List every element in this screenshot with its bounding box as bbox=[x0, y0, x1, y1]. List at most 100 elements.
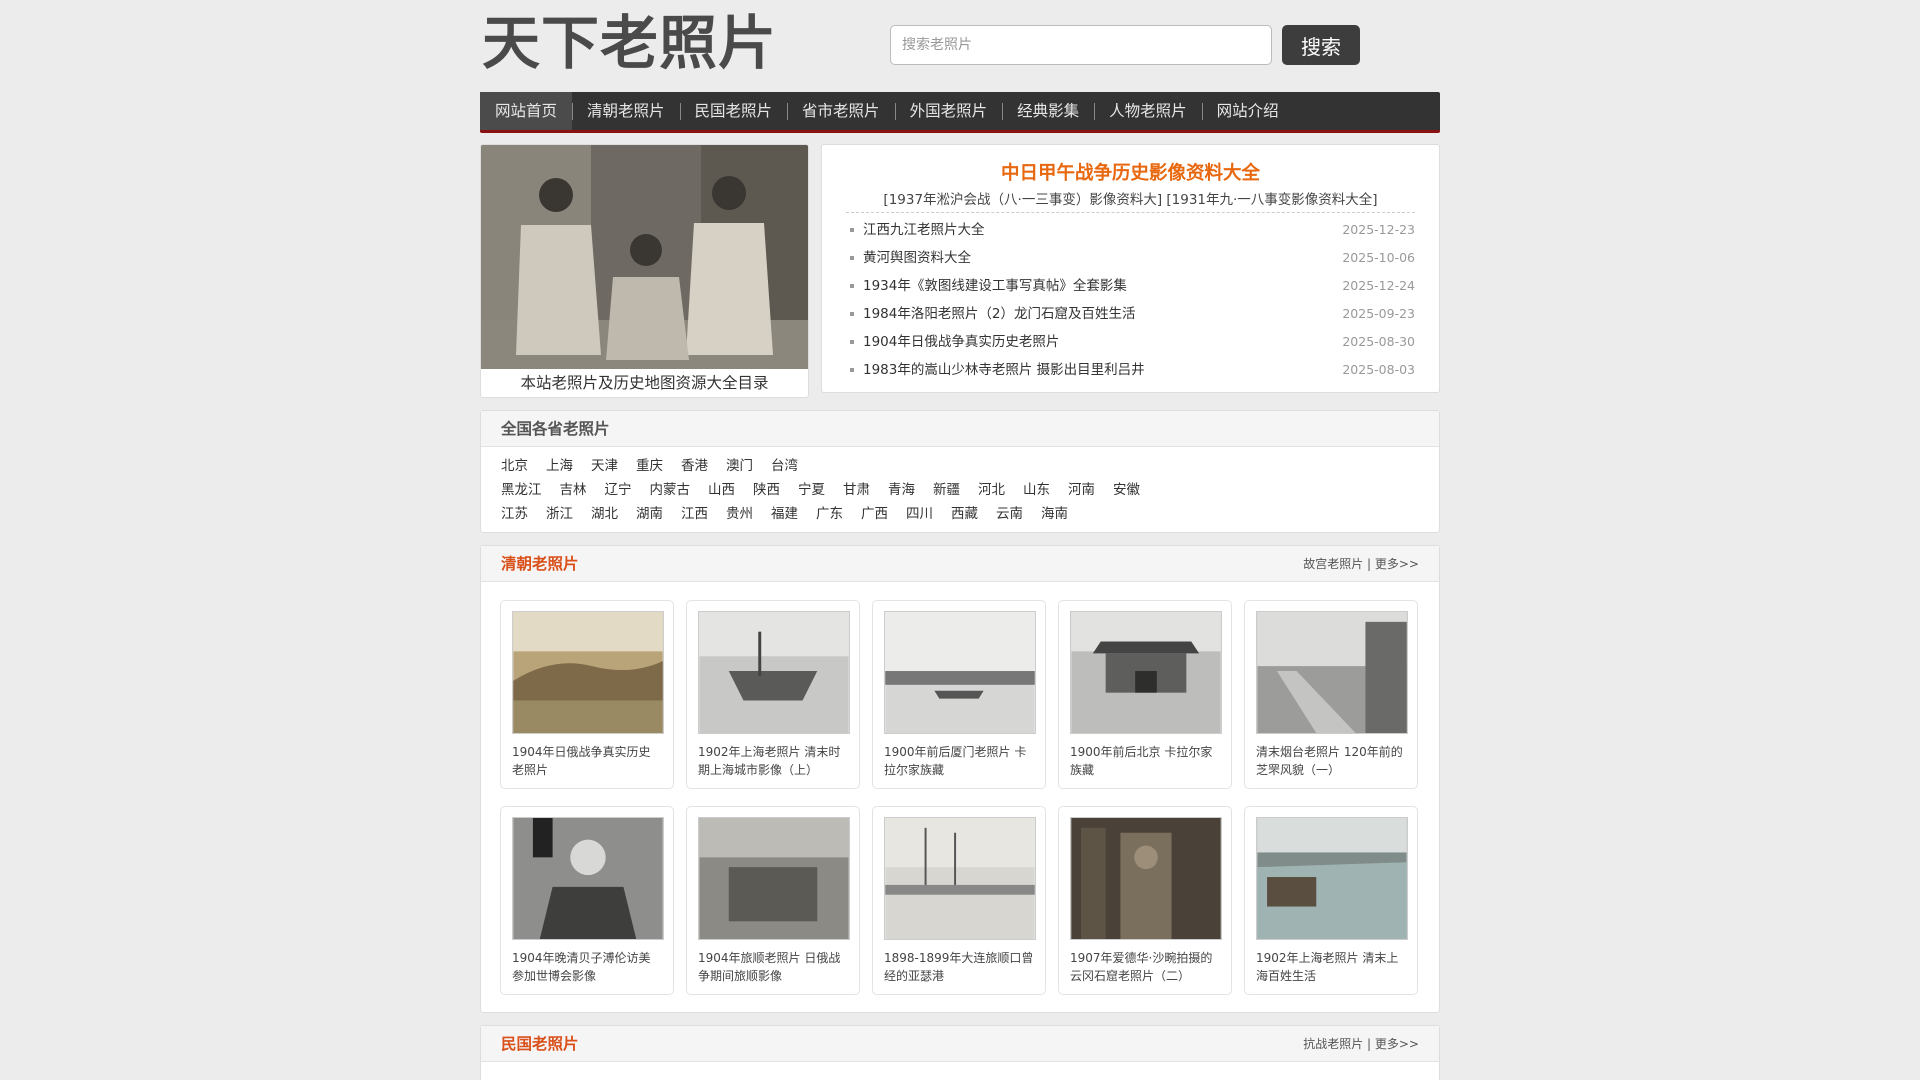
province-link[interactable]: 黑龙江 bbox=[501, 478, 542, 502]
province-link[interactable]: 山东 bbox=[1023, 478, 1050, 502]
nav-item-minguo[interactable]: 民国老照片 bbox=[679, 92, 788, 130]
photo-card[interactable]: 清末烟台老照片 120年前的芝罘风貌（一） bbox=[1244, 600, 1418, 789]
minguo-more-link[interactable]: 更多>> bbox=[1375, 1037, 1419, 1051]
photo-card[interactable]: 1900年前后厦门老照片 卡拉尔家族藏 bbox=[872, 600, 1046, 789]
province-link[interactable]: 河北 bbox=[978, 478, 1005, 502]
province-link[interactable]: 浙江 bbox=[546, 502, 573, 526]
province-link[interactable]: 内蒙古 bbox=[650, 478, 691, 502]
province-link[interactable]: 澳门 bbox=[726, 454, 753, 478]
photo-thumbnail[interactable] bbox=[1070, 611, 1222, 734]
news-item-title[interactable]: 1983年的嵩山少林寺老照片 摄影出目里利吕井 bbox=[846, 356, 1145, 384]
news-item: 1904年日俄战争真实历史老照片 2025-08-30 bbox=[846, 328, 1415, 356]
province-link[interactable]: 福建 bbox=[771, 502, 798, 526]
feature-caption[interactable]: 本站老照片及历史地图资源大全目录 bbox=[481, 369, 808, 397]
nav-item-qing[interactable]: 清朝老照片 bbox=[572, 92, 680, 130]
news-list: 江西九江老照片大全 2025-12-23 黄河舆图资料大全 2025-10-06… bbox=[846, 216, 1415, 384]
province-link[interactable]: 海南 bbox=[1041, 502, 1068, 526]
photo-title[interactable]: 1900年前后厦门老照片 卡拉尔家族藏 bbox=[884, 743, 1034, 779]
photo-title[interactable]: 1904年日俄战争真实历史老照片 bbox=[512, 743, 662, 779]
feature-photo[interactable] bbox=[481, 145, 809, 369]
province-link[interactable]: 山西 bbox=[708, 478, 735, 502]
photo-thumbnail[interactable] bbox=[1070, 817, 1222, 940]
news-item-title[interactable]: 1934年《敦图线建设工事写真帖》全套影集 bbox=[846, 272, 1127, 300]
province-link[interactable]: 青海 bbox=[888, 478, 915, 502]
province-link[interactable]: 香港 bbox=[681, 454, 708, 478]
photo-card[interactable]: 1904年旅顺老照片 日俄战争期间旅顺影像 bbox=[686, 806, 860, 995]
photo-title[interactable]: 1907年爱德华·沙畹拍摄的云冈石窟老照片（二） bbox=[1070, 949, 1220, 985]
province-link[interactable]: 吉林 bbox=[560, 478, 587, 502]
photo-card[interactable]: 1907年爱德华·沙畹拍摄的云冈石窟老照片（二） bbox=[1058, 806, 1232, 995]
nav-item-people[interactable]: 人物老照片 bbox=[1094, 92, 1202, 130]
province-link[interactable]: 江西 bbox=[681, 502, 708, 526]
nav-item-albums[interactable]: 经典影集 bbox=[1002, 92, 1094, 130]
photo-thumbnail[interactable] bbox=[884, 817, 1036, 940]
photo-card[interactable]: 1904年晚清贝子溥伦访美参加世博会影像 bbox=[500, 806, 674, 995]
province-link[interactable]: 贵州 bbox=[726, 502, 753, 526]
province-link[interactable]: 台湾 bbox=[771, 454, 798, 478]
photo-thumbnail[interactable] bbox=[1256, 611, 1408, 734]
search-input[interactable] bbox=[890, 25, 1272, 65]
province-link[interactable]: 甘肃 bbox=[843, 478, 870, 502]
province-link[interactable]: 西藏 bbox=[951, 502, 978, 526]
search-bar: 搜索 bbox=[890, 25, 1360, 65]
photo-thumbnail[interactable] bbox=[698, 817, 850, 940]
photo-card[interactable]: 1898-1899年大连旅顺口曾经的亚瑟港 bbox=[872, 806, 1046, 995]
photo-card[interactable]: 1902年上海老照片 清末上海百姓生活 bbox=[1244, 806, 1418, 995]
photo-thumbnail[interactable] bbox=[884, 611, 1036, 734]
photo-title[interactable]: 1902年上海老照片 清末时期上海城市影像（上） bbox=[698, 743, 848, 779]
photo-card[interactable]: 1902年上海老照片 清末时期上海城市影像（上） bbox=[686, 600, 860, 789]
news-panel: 中日甲午战争历史影像资料大全 [1937年淞沪会战（八·一三事变）影像资料大] … bbox=[821, 144, 1440, 393]
province-link[interactable]: 新疆 bbox=[933, 478, 960, 502]
nav-item-foreign[interactable]: 外国老照片 bbox=[894, 92, 1003, 130]
search-button[interactable]: 搜索 bbox=[1282, 25, 1360, 65]
minguo-title[interactable]: 民国老照片 bbox=[501, 1026, 579, 1061]
photo-thumbnail[interactable] bbox=[512, 817, 664, 940]
province-link[interactable]: 宁夏 bbox=[798, 478, 825, 502]
province-link[interactable]: 广东 bbox=[816, 502, 843, 526]
feature-panel[interactable]: 本站老照片及历史地图资源大全目录 bbox=[480, 144, 809, 398]
province-link[interactable]: 安徽 bbox=[1113, 478, 1140, 502]
news-sublinks[interactable]: [1937年淞沪会战（八·一三事变）影像资料大] [1931年九·一八事变影像资… bbox=[846, 187, 1415, 213]
province-link[interactable]: 广西 bbox=[861, 502, 888, 526]
province-link[interactable]: 四川 bbox=[906, 502, 933, 526]
provinces-title: 全国各省老照片 bbox=[501, 420, 610, 438]
qing-header: 清朝老照片 故宫老照片 | 更多>> bbox=[481, 546, 1439, 582]
nav-item-about[interactable]: 网站介绍 bbox=[1201, 92, 1294, 130]
nav-item-provinces[interactable]: 省市老照片 bbox=[787, 92, 895, 130]
news-item-title[interactable]: 1904年日俄战争真实历史老照片 bbox=[846, 328, 1059, 356]
minguo-more: 抗战老照片 | 更多>> bbox=[1303, 1037, 1419, 1051]
nav-item-home[interactable]: 网站首页 bbox=[480, 92, 573, 130]
province-link[interactable]: 天津 bbox=[591, 454, 618, 478]
province-link[interactable]: 陕西 bbox=[753, 478, 780, 502]
province-link[interactable]: 云南 bbox=[996, 502, 1023, 526]
qing-title[interactable]: 清朝老照片 bbox=[501, 546, 579, 581]
news-headline[interactable]: 中日甲午战争历史影像资料大全 bbox=[846, 159, 1415, 185]
photo-card[interactable]: 1900年前后北京 卡拉尔家族藏 bbox=[1058, 600, 1232, 789]
photo-title[interactable]: 1902年上海老照片 清末上海百姓生活 bbox=[1256, 949, 1406, 985]
photo-thumbnail[interactable] bbox=[698, 611, 850, 734]
photo-title[interactable]: 1900年前后北京 卡拉尔家族藏 bbox=[1070, 743, 1220, 779]
province-link[interactable]: 湖南 bbox=[636, 502, 663, 526]
news-item-title[interactable]: 江西九江老照片大全 bbox=[846, 216, 985, 244]
news-item: 江西九江老照片大全 2025-12-23 bbox=[846, 216, 1415, 244]
qing-more-link[interactable]: 更多>> bbox=[1375, 557, 1419, 571]
minguo-more-left-link[interactable]: 抗战老照片 bbox=[1303, 1037, 1363, 1051]
photo-thumbnail[interactable] bbox=[1256, 817, 1408, 940]
province-link[interactable]: 河南 bbox=[1068, 478, 1095, 502]
province-link[interactable]: 上海 bbox=[546, 454, 573, 478]
qing-more-left-link[interactable]: 故宫老照片 bbox=[1303, 557, 1363, 571]
province-link[interactable]: 辽宁 bbox=[605, 478, 632, 502]
photo-title[interactable]: 1904年晚清贝子溥伦访美参加世博会影像 bbox=[512, 949, 662, 985]
province-link[interactable]: 江苏 bbox=[501, 502, 528, 526]
photo-card[interactable]: 1904年日俄战争真实历史老照片 bbox=[500, 600, 674, 789]
province-link[interactable]: 北京 bbox=[501, 454, 528, 478]
photo-title[interactable]: 1898-1899年大连旅顺口曾经的亚瑟港 bbox=[884, 949, 1034, 985]
photo-thumbnail[interactable] bbox=[512, 611, 664, 734]
province-link[interactable]: 重庆 bbox=[636, 454, 663, 478]
photo-title[interactable]: 清末烟台老照片 120年前的芝罘风貌（一） bbox=[1256, 743, 1406, 779]
province-link[interactable]: 湖北 bbox=[591, 502, 618, 526]
news-item-title[interactable]: 1984年洛阳老照片（2）龙门石窟及百姓生活 bbox=[846, 300, 1135, 328]
photo-title[interactable]: 1904年旅顺老照片 日俄战争期间旅顺影像 bbox=[698, 949, 848, 985]
site-logo[interactable]: 天下老照片 bbox=[482, 8, 777, 78]
news-item-title[interactable]: 黄河舆图资料大全 bbox=[846, 244, 971, 272]
